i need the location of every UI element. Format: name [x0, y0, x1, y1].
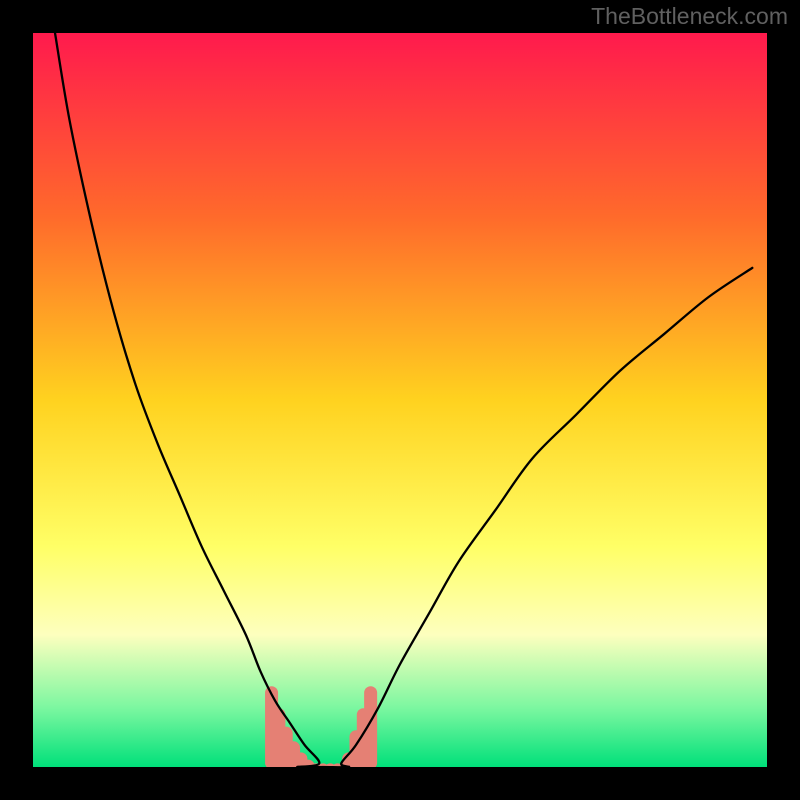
plot-background — [33, 33, 767, 767]
chart-container: TheBottleneck.com — [0, 0, 800, 800]
bottleneck-chart: TheBottleneck.com — [0, 0, 800, 800]
watermark-text: TheBottleneck.com — [591, 3, 788, 29]
